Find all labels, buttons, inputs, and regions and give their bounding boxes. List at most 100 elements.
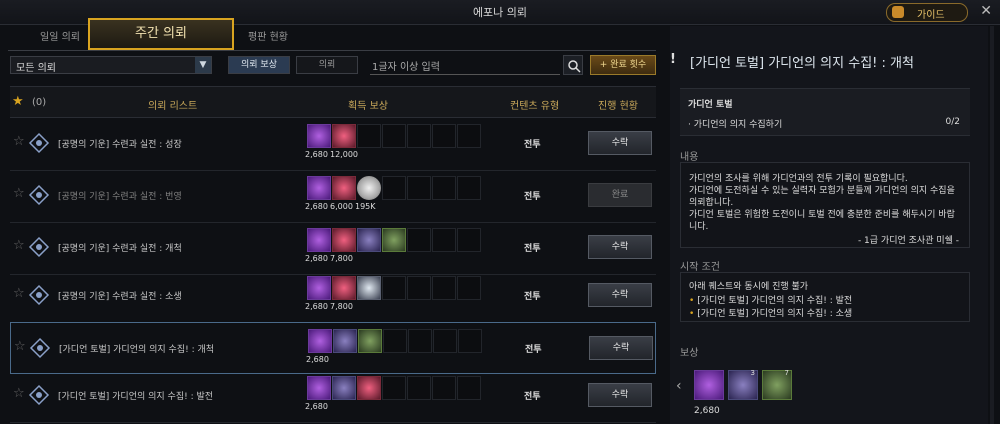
reward-slot-empty: [457, 276, 481, 300]
reward-item-chest[interactable]: 7: [762, 369, 792, 400]
reward-prev-icon[interactable]: ‹: [676, 378, 682, 394]
reward-slot-empty: [382, 124, 406, 148]
quest-row[interactable]: ☆ [공명의 기운] 수련과 실전 : 소생 전투 수락 2,680 7,800: [10, 270, 656, 323]
start-item: • [가디언 토벌] 가디언의 의지 수집! : 소생: [689, 309, 853, 319]
reward-slot-purple[interactable]: [307, 176, 331, 200]
reward-item-purple[interactable]: [694, 370, 724, 400]
sort-reward-button[interactable]: 의뢰 보상: [228, 56, 290, 74]
favorite-star-icon[interactable]: ☆: [13, 386, 25, 401]
favorite-star-icon[interactable]: ☆: [13, 186, 25, 201]
tab-daily[interactable]: 일일 의뢰: [40, 28, 80, 48]
sort-quest-button[interactable]: 의뢰: [296, 56, 358, 74]
tab-reputation[interactable]: 평판 현황: [248, 28, 288, 48]
quest-row[interactable]: ☆ [공명의 기운] 수련과 실전 : 성장 전투 수락 2,680 12,000: [10, 118, 656, 171]
quest-emblem-icon: [29, 337, 51, 359]
content-type: 전투: [524, 140, 541, 150]
reward-slot-coin[interactable]: [357, 176, 381, 200]
reward-slot-empty: [433, 329, 457, 353]
reward-slot-empty: [382, 176, 406, 200]
reward-slot-empty: [357, 124, 381, 148]
content-line: 니다.: [689, 222, 709, 232]
quest-name: [가디언 토벌] 가디언의 의지 수집! : 개척: [59, 345, 215, 355]
table-header: ★ (0) 의뢰 리스트 획득 보상 컨텐츠 유형 진행 현황: [10, 86, 656, 118]
favorite-star-icon[interactable]: ☆: [13, 238, 25, 253]
complete-count-button[interactable]: + 완료 횟수: [590, 55, 656, 75]
quest-name: [공명의 기운] 수련과 실전 : 개척: [58, 244, 182, 254]
reward-slot-purple[interactable]: [308, 329, 332, 353]
search-placeholder: 1글자 이상 입력: [372, 62, 440, 73]
header-list: 의뢰 리스트: [148, 101, 198, 112]
quest-row[interactable]: ☆ [가디언 토벌] 가디언의 의지 수집! : 개척 전투 수락 2,680: [10, 322, 656, 374]
quest-row[interactable]: ☆ [공명의 기운] 수련과 실전 : 개척 전투 수락 2,680 7,800: [10, 222, 656, 275]
reward-slot-purple[interactable]: [307, 124, 331, 148]
reward-ore-qty: 3: [750, 369, 755, 377]
reward-slot-red[interactable]: [332, 276, 356, 300]
reward-slot-purple[interactable]: [307, 228, 331, 252]
reward-slot-empty: [407, 376, 431, 400]
favorite-star-icon[interactable]: ★: [12, 94, 24, 109]
reward-slot-purple[interactable]: [307, 376, 331, 400]
reward-slot-red[interactable]: [332, 124, 356, 148]
scrollbar[interactable]: [990, 26, 994, 424]
reward-slot-empty: [408, 329, 432, 353]
favorite-star-icon[interactable]: ☆: [13, 134, 25, 149]
close-icon[interactable]: ✕: [980, 3, 992, 19]
content-type: 전투: [524, 392, 541, 402]
search-input[interactable]: 1글자 이상 입력: [370, 56, 560, 75]
reward-slot-empty: [382, 376, 406, 400]
search-button[interactable]: [563, 55, 583, 75]
reward-slot-ore[interactable]: [332, 376, 356, 400]
reward-slot-ore[interactable]: [357, 228, 381, 252]
favorite-star-icon[interactable]: ☆: [14, 339, 26, 354]
content-type: 전투: [524, 292, 541, 302]
accept-button[interactable]: 완료: [588, 183, 652, 207]
guide-button[interactable]: 가이드: [886, 3, 968, 22]
favorite-star-icon[interactable]: ☆: [13, 286, 25, 301]
reward-slot-empty: [457, 228, 481, 252]
reward-qty: 2,680: [305, 254, 328, 263]
reward-slot-ore[interactable]: [333, 329, 357, 353]
reward-chest-qty: 7: [784, 369, 789, 377]
detail-title: [가디언 토벌] 가디언의 의지 수집! : 개척: [690, 56, 914, 71]
reward-qty: 12,000: [330, 150, 358, 159]
reward-slot-red[interactable]: [332, 228, 356, 252]
reward-slot-chest[interactable]: [382, 228, 406, 252]
quest-row[interactable]: ☆ [가디언 토벌] 가디언의 의지 수집! : 발전 전투 수락 2,680: [10, 370, 656, 423]
reward-slot-empty: [457, 176, 481, 200]
quest-detail-panel: ! [가디언 토벌] 가디언의 의지 수집! : 개척 가디언 토벌 · 가디언…: [670, 26, 988, 424]
tab-weekly[interactable]: 주간 의뢰: [88, 18, 234, 50]
reward-item-ore[interactable]: 3: [728, 369, 758, 400]
reward-slot-empty: [407, 228, 431, 252]
reward-slot-empty: [457, 376, 481, 400]
start-condition-label: 시작 조건: [680, 262, 720, 273]
quest-emblem-icon: [28, 384, 50, 406]
start-item: • [가디언 토벌] 가디언의 의지 수집! : 발전: [689, 296, 853, 306]
accept-button[interactable]: 수락: [588, 131, 652, 155]
tab-divider: [8, 50, 656, 51]
reward-qty: 2,680: [305, 150, 328, 159]
reward-slot-empty: [382, 276, 406, 300]
accept-button[interactable]: 수락: [589, 336, 653, 360]
accept-button[interactable]: 수락: [588, 283, 652, 307]
accept-button[interactable]: 수락: [588, 383, 652, 407]
guide-label: 가이드: [917, 10, 945, 21]
quest-filter-select[interactable]: 모든 의뢰 ▼: [10, 56, 212, 74]
reward-slot-chest[interactable]: [358, 329, 382, 353]
signature: - 1급 가디언 조사관 미쉘 -: [857, 236, 959, 246]
reward-qty: 2,680: [694, 406, 720, 416]
reward-qty: 195K: [355, 202, 376, 211]
reward-slot-empty: [383, 329, 407, 353]
reward-slot-red[interactable]: [357, 376, 381, 400]
quest-emblem-icon: [28, 284, 50, 306]
start-condition-box: 아래 퀘스트와 동시에 진행 불가 • [가디언 토벌] 가디언의 의지 수집!…: [680, 272, 970, 322]
quest-name: [공명의 기운] 수련과 실전 : 소생: [58, 292, 182, 302]
quest-emblem-icon: [28, 132, 50, 154]
reward-slot-purple[interactable]: [307, 276, 331, 300]
reward-slot-empty: [432, 228, 456, 252]
reward-slot-empty: [407, 276, 431, 300]
accept-button[interactable]: 수락: [588, 235, 652, 259]
reward-slot-red[interactable]: [332, 176, 356, 200]
reward-slot-blade[interactable]: [357, 276, 381, 300]
reward-slot-empty: [407, 176, 431, 200]
quest-row[interactable]: ☆ [공명의 기운] 수련과 실전 : 번영 전투 완료 2,680 6,000 195K: [10, 170, 656, 223]
